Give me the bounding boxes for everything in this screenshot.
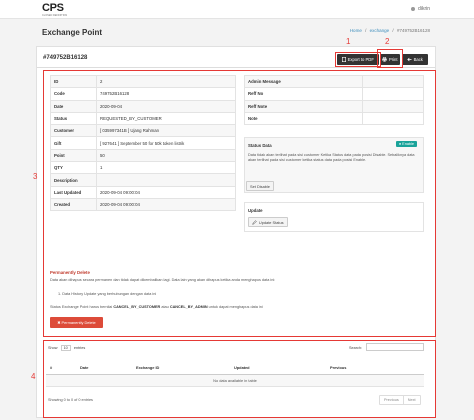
annotation-box-4 <box>43 340 436 418</box>
card-title: #749752B16128 <box>43 55 88 61</box>
back-label: Back <box>413 57 423 62</box>
annotation-label-4: 4 <box>31 372 36 381</box>
app-logo[interactable]: CPS <box>42 2 64 14</box>
back-button[interactable]: Back <box>402 54 428 65</box>
top-navbar: CPS CLOSED DEFINITION dikrin <box>0 0 474 19</box>
breadcrumb-current: #749752B16128 <box>396 28 430 33</box>
annotation-box-3 <box>43 70 436 337</box>
breadcrumb-home[interactable]: Home <box>350 28 362 33</box>
page-header: Exchange Point Home / exchange / #749752… <box>0 19 474 43</box>
user-icon <box>410 6 415 11</box>
annotation-box-1 <box>335 52 381 67</box>
annotation-label-2: 2 <box>385 37 390 46</box>
annotation-box-2 <box>377 49 403 68</box>
breadcrumb: Home / exchange / #749752B16128 <box>348 28 430 33</box>
user-menu[interactable]: dikrin <box>410 6 430 12</box>
arrow-left-icon <box>407 57 412 62</box>
app-logo-subtitle: CLOSED DEFINITION <box>42 14 68 17</box>
page-title: Exchange Point <box>42 28 103 37</box>
breadcrumb-separator: / <box>365 28 367 33</box>
annotation-label-3: 3 <box>33 172 38 181</box>
card-divider <box>37 67 435 68</box>
breadcrumb-exchange[interactable]: exchange <box>370 28 390 33</box>
user-name: dikrin <box>418 6 430 12</box>
annotation-label-1: 1 <box>346 37 351 46</box>
breadcrumb-separator: / <box>392 28 394 33</box>
